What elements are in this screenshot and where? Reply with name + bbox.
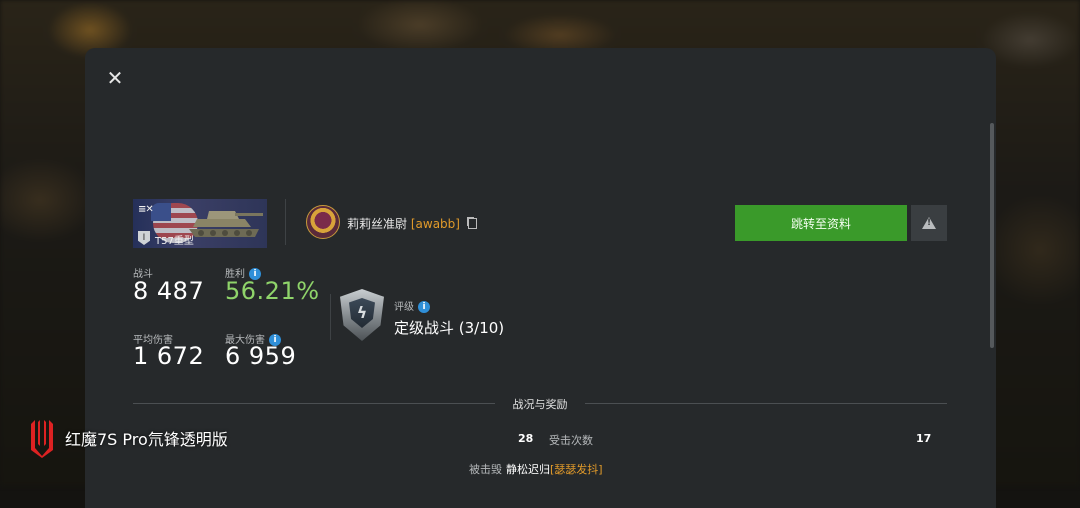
- battle-row-left-value: 28: [518, 432, 533, 445]
- battles-value: 8 487: [133, 277, 204, 305]
- section-divider-right: [585, 403, 947, 404]
- close-icon[interactable]: ✕: [105, 68, 125, 88]
- go-to-profile-button[interactable]: 跳转至资料: [735, 205, 907, 241]
- watermark-text: 红魔7S Pro氘锋透明版: [65, 426, 228, 450]
- avg-damage-value: 1 672: [133, 342, 204, 370]
- section-title: 战况与奖励: [500, 396, 580, 412]
- wins-value: 56.21%: [225, 277, 320, 305]
- destroyed-by-row: 被击毁静松迟归[瑟瑟发抖]: [469, 461, 603, 477]
- tank-card[interactable]: ≡✕ I T57重型: [133, 199, 267, 248]
- scrollbar[interactable]: [990, 123, 994, 348]
- destroyed-by-label: 被击毁: [469, 463, 502, 476]
- rank-emblem-icon: ϟ: [340, 289, 384, 341]
- section-divider-left: [133, 403, 495, 404]
- report-button[interactable]: [911, 205, 947, 241]
- divider: [285, 199, 286, 245]
- max-damage-value: 6 959: [225, 342, 296, 370]
- rating-label: 评级: [394, 302, 414, 313]
- device-watermark: 红魔7S Pro氘锋透明版: [27, 418, 228, 458]
- player-name-row: 莉莉丝准尉 [awabb]: [347, 215, 477, 232]
- player-name: 莉莉丝准尉: [347, 217, 407, 231]
- rating-label-row: 评级 i: [394, 298, 430, 313]
- divider: [330, 294, 331, 340]
- tier-badge: I: [138, 231, 150, 245]
- copy-icon[interactable]: [468, 218, 477, 229]
- player-avatar[interactable]: [306, 205, 340, 239]
- red-magic-logo-icon: [27, 418, 57, 458]
- warning-icon: [922, 217, 936, 229]
- info-icon[interactable]: i: [418, 301, 430, 313]
- battle-row-right-value: 17: [916, 432, 931, 445]
- killer-clan[interactable]: [瑟瑟发抖]: [550, 463, 603, 476]
- rating-value: 定级战斗 (3/10): [394, 317, 504, 338]
- tank-name: T57重型: [155, 232, 194, 247]
- us-flag-canton: [151, 203, 171, 221]
- clan-tag[interactable]: [awabb]: [411, 217, 460, 231]
- tank-image: [185, 205, 265, 239]
- killer-name[interactable]: 静松迟归: [506, 463, 550, 476]
- battle-row-label: 受击次数: [549, 432, 593, 448]
- heavy-tank-icon: ≡✕: [138, 204, 153, 215]
